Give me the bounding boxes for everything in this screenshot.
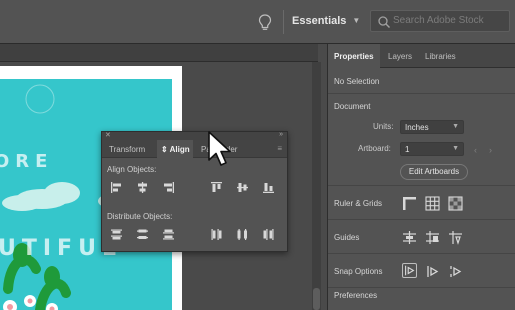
vertical-distribute-top-icon[interactable]	[110, 228, 123, 241]
snap-options-section: Snap Options	[328, 254, 515, 288]
chevron-down-icon: ▼	[352, 16, 361, 25]
horizontal-align-center-icon[interactable]	[136, 181, 149, 194]
horizontal-distribute-right-icon[interactable]	[262, 228, 275, 241]
lock-guides-icon[interactable]	[425, 230, 440, 245]
snap-to-grid-icon[interactable]	[448, 264, 463, 279]
units-value: Inches	[405, 123, 429, 132]
panel-drag-bar[interactable]: ✕ »	[102, 131, 287, 140]
panel-menu-icon[interactable]: ≡	[277, 145, 282, 153]
workspace-switcher[interactable]: Essentials ▼	[292, 15, 360, 27]
artboard-label: Artboard:	[358, 144, 391, 153]
horizontal-distribute-left-icon[interactable]	[210, 228, 223, 241]
chevron-down-icon: ▼	[452, 145, 459, 152]
units-dropdown[interactable]: Inches ▼	[400, 120, 464, 134]
align-objects-label: Align Objects:	[107, 165, 157, 174]
align-panel: ✕ » Transform ⇕ Align Pathfinder ≡ Align…	[101, 131, 288, 252]
units-label: Units:	[373, 122, 394, 131]
properties-tab-bar: Properties Layers Libraries	[328, 44, 515, 68]
vertical-align-top-icon[interactable]	[210, 181, 223, 194]
poster-text-line-1: ORE	[0, 151, 54, 172]
tab-transform[interactable]: Transform	[109, 145, 145, 154]
snap-options-label: Snap Options	[334, 267, 383, 276]
show-guides-icon[interactable]	[402, 230, 417, 245]
snap-to-pixel-icon[interactable]	[425, 264, 440, 279]
vertical-distribute-bottom-icon[interactable]	[162, 228, 175, 241]
distribute-objects-label: Distribute Objects:	[107, 212, 173, 221]
make-guides-icon[interactable]	[448, 230, 463, 245]
tab-libraries[interactable]: Libraries	[425, 52, 456, 61]
edit-artboards-button[interactable]: Edit Artboards	[400, 164, 468, 180]
vertical-align-bottom-icon[interactable]	[262, 181, 275, 194]
snap-to-point-icon[interactable]	[402, 263, 417, 278]
collapse-panel-icon[interactable]: »	[279, 131, 283, 139]
preferences-section: Preferences	[328, 288, 515, 310]
next-artboard-icon[interactable]: ›	[486, 144, 495, 156]
search-placeholder: Search Adobe Stock	[393, 15, 484, 26]
tab-properties[interactable]: Properties	[334, 52, 374, 61]
ruler-icon[interactable]	[402, 196, 417, 211]
scrollbar-thumb[interactable]	[313, 288, 320, 310]
transparency-grid-icon[interactable]	[448, 196, 463, 211]
lightbulb-icon[interactable]	[258, 14, 272, 32]
align-panel-tabs: Transform ⇕ Align Pathfinder ≡	[102, 140, 287, 158]
horizontal-distribute-center-icon[interactable]	[236, 228, 249, 241]
vertical-distribute-center-icon[interactable]	[136, 228, 149, 241]
tab-align-label: Align	[169, 145, 190, 154]
previous-artboard-icon[interactable]: ‹	[471, 144, 480, 156]
tab-align[interactable]: ⇕ Align	[161, 145, 190, 154]
toolbar-divider	[283, 10, 284, 34]
preferences-label: Preferences	[334, 291, 378, 300]
search-icon	[378, 16, 390, 28]
properties-panel: Properties Layers Libraries No Selection…	[327, 44, 515, 310]
artboard-value: 1	[405, 145, 410, 154]
application-bar: Essentials ▼ Search Adobe Stock	[0, 0, 515, 44]
tab-align-prefix: ⇕	[161, 145, 168, 154]
artboard-dropdown[interactable]: 1 ▼	[400, 142, 464, 156]
guides-label: Guides	[334, 233, 360, 242]
tab-layers[interactable]: Layers	[388, 52, 412, 61]
guides-section: Guides	[328, 220, 515, 254]
stock-search-field[interactable]: Search Adobe Stock	[370, 10, 510, 32]
mouse-cursor-icon	[208, 131, 231, 166]
chevron-down-icon: ▼	[452, 123, 459, 130]
horizontal-align-right-icon[interactable]	[162, 181, 175, 194]
document-section: Document Units: Inches ▼ Artboard: 1 ▼ ‹…	[328, 94, 515, 186]
grid-icon[interactable]	[425, 196, 440, 211]
selection-section: No Selection	[328, 68, 515, 94]
horizontal-align-left-icon[interactable]	[110, 181, 123, 194]
close-icon[interactable]: ✕	[105, 132, 111, 140]
ruler-grids-label: Ruler & Grids	[334, 199, 383, 208]
document-heading: Document	[334, 102, 371, 111]
workspace-label: Essentials	[292, 15, 347, 27]
document-tab-strip	[0, 44, 318, 62]
ruler-grids-section: Ruler & Grids	[328, 186, 515, 220]
selection-status: No Selection	[334, 77, 380, 86]
vertical-scrollbar[interactable]	[312, 62, 321, 310]
vertical-align-center-icon[interactable]	[236, 181, 249, 194]
